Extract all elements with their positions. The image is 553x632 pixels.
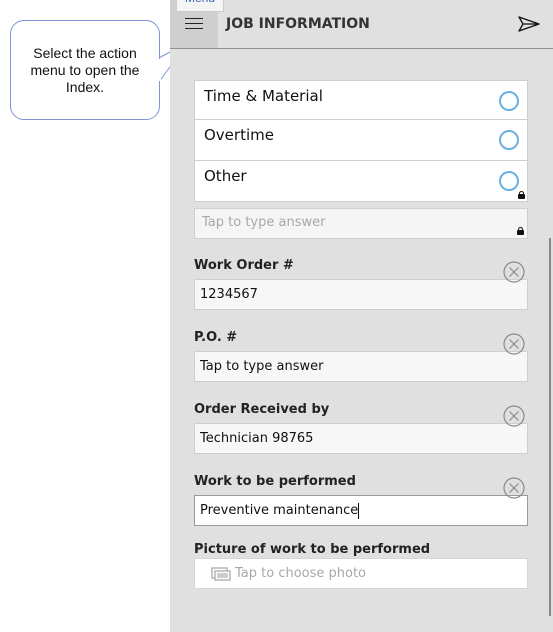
field-work-to-be-performed: Work to be performed Preventive maintena… <box>194 472 528 526</box>
form-content: Time & Material Overtime Other Tap to ty… <box>194 80 528 589</box>
app-panel: Menu JOB INFORMATION Time & Material Ove… <box>170 0 553 632</box>
work-to-be-performed-input[interactable]: Preventive maintenance <box>194 495 528 526</box>
choose-photo-button[interactable]: Tap to choose photo <box>194 558 528 589</box>
radio-icon[interactable] <box>499 91 519 111</box>
field-label: Order Received by <box>194 402 330 417</box>
order-received-by-input[interactable]: Technician 98765 <box>194 423 528 454</box>
clear-icon[interactable] <box>503 405 525 427</box>
text-caret <box>358 502 360 519</box>
clear-icon[interactable] <box>503 477 525 499</box>
field-label: Work Order # <box>194 258 294 273</box>
other-answer-placeholder: Tap to type answer <box>202 215 326 230</box>
choose-photo-placeholder: Tap to choose photo <box>235 566 367 581</box>
work-order-input[interactable]: 1234567 <box>194 279 528 310</box>
option-time-material[interactable]: Time & Material <box>194 80 528 120</box>
po-number-input[interactable]: Tap to type answer <box>194 351 528 382</box>
header-bar: Menu JOB INFORMATION <box>170 0 553 49</box>
field-label: P.O. # <box>194 330 238 345</box>
callout-pointer-cover <box>155 59 161 81</box>
field-picture: Picture of work to be performed Tap to c… <box>194 541 528 589</box>
page-title: JOB INFORMATION <box>226 16 370 32</box>
option-label: Time & Material <box>204 87 323 105</box>
callout-text: Select the action menu to open the Index… <box>30 45 140 95</box>
scrollbar[interactable] <box>549 238 551 616</box>
lock-icon <box>518 191 525 199</box>
field-po-number: P.O. # Tap to type answer <box>194 328 528 382</box>
option-overtime[interactable]: Overtime <box>194 120 528 161</box>
field-label: Picture of work to be performed <box>194 542 431 557</box>
field-work-order: Work Order # 1234567 <box>194 256 528 310</box>
photo-icon <box>211 566 231 581</box>
field-label: Work to be performed <box>194 474 356 489</box>
radio-icon[interactable] <box>499 130 519 150</box>
input-value: Preventive maintenance <box>200 503 359 518</box>
send-icon[interactable] <box>517 14 541 34</box>
callout-bubble: Select the action menu to open the Index… <box>10 20 160 120</box>
clear-icon[interactable] <box>503 261 525 283</box>
other-answer-input[interactable]: Tap to type answer <box>194 208 528 239</box>
option-other[interactable]: Other <box>194 161 528 202</box>
option-label: Other <box>204 167 247 185</box>
lock-icon <box>517 227 524 235</box>
clear-icon[interactable] <box>503 333 525 355</box>
menu-tooltip: Menu <box>176 0 224 12</box>
hamburger-icon <box>185 18 203 30</box>
radio-icon[interactable] <box>499 171 519 191</box>
field-order-received-by: Order Received by Technician 98765 <box>194 400 528 454</box>
option-label: Overtime <box>204 126 274 144</box>
